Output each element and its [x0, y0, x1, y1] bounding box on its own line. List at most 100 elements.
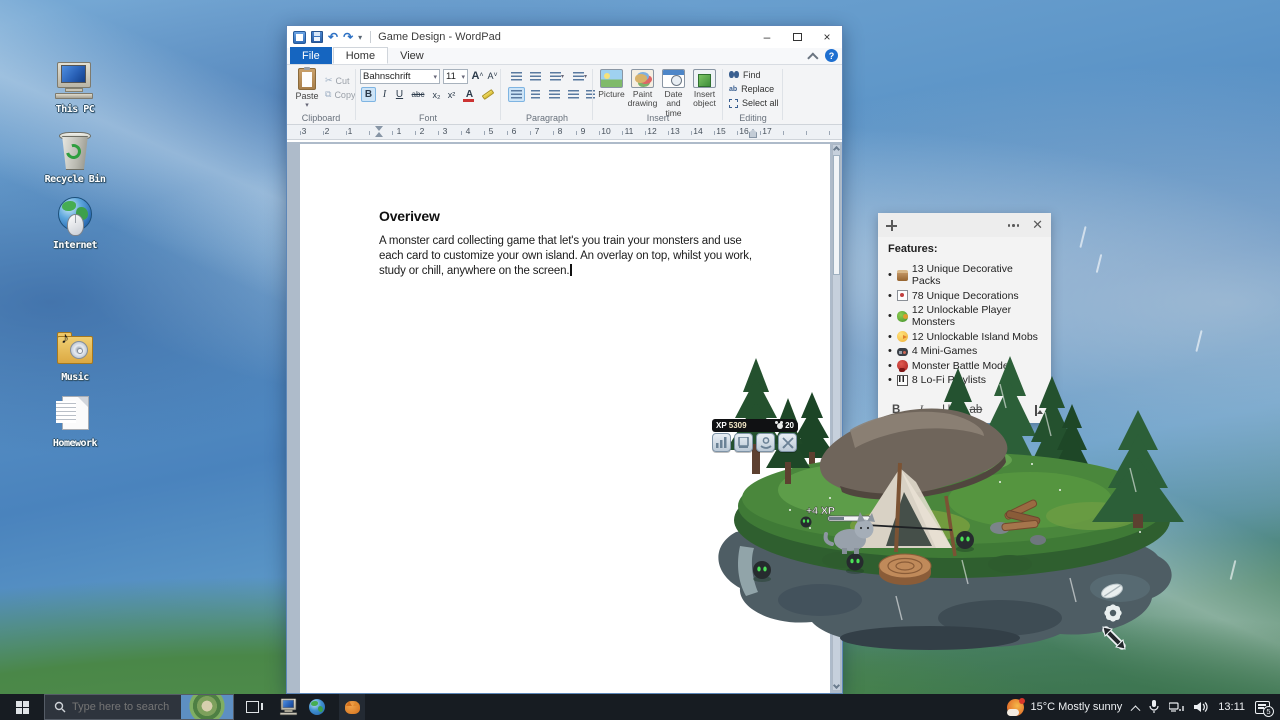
taskbar-this-pc[interactable]: [273, 694, 295, 720]
select-all-icon: [729, 99, 738, 108]
weather-widget[interactable]: 15°C Mostly sunny: [1007, 699, 1122, 716]
hidden-icons-chevron[interactable]: [1131, 705, 1141, 715]
music-folder-icon: ♪: [53, 328, 97, 370]
notification-center-icon[interactable]: 5: [1255, 701, 1270, 714]
maximize-button[interactable]: [782, 26, 812, 48]
vertical-scrollbar[interactable]: [832, 144, 841, 691]
taskbar-game-app[interactable]: [339, 694, 365, 720]
scroll-down-icon[interactable]: [833, 682, 840, 689]
icon-label: Music: [39, 372, 111, 383]
sticky-note[interactable]: ✕ Features: 13 Unique Decorative Packs 7…: [878, 213, 1051, 423]
title-bar[interactable]: ↶ ↷ ▾ Game Design - WordPad – ×: [287, 26, 842, 48]
ruler-number: 1: [348, 126, 353, 136]
shop-button[interactable]: [756, 433, 775, 452]
list-icon: [550, 72, 561, 81]
bold-button[interactable]: B: [361, 87, 376, 102]
superscript-button[interactable]: x²: [444, 87, 459, 102]
list-button[interactable]: ▾: [546, 69, 568, 84]
redo-button[interactable]: ↷: [343, 31, 353, 43]
undo-button[interactable]: ↶: [328, 31, 338, 43]
font-size-combo[interactable]: 11▾: [443, 69, 468, 84]
close-button[interactable]: ×: [812, 26, 842, 48]
microphone-icon[interactable]: [1149, 700, 1159, 714]
start-button[interactable]: [0, 694, 44, 720]
tab-home[interactable]: Home: [333, 47, 388, 64]
scroll-up-icon[interactable]: [833, 146, 840, 153]
desktop-icon-this-pc[interactable]: This PC: [39, 60, 111, 115]
list-item: 12 Unlockable Island Mobs: [888, 331, 1041, 343]
search-highlight-image[interactable]: [181, 695, 233, 719]
xp-value: 5309: [729, 421, 747, 430]
replace-button[interactable]: abReplace: [729, 84, 774, 94]
insert-picture-button[interactable]: Picture: [596, 69, 627, 99]
grow-font-button[interactable]: A˄: [470, 68, 485, 83]
save-button[interactable]: [311, 31, 323, 43]
justify-button[interactable]: [565, 87, 582, 102]
insert-object-button[interactable]: Insert object: [689, 69, 720, 109]
ruler-number: 1: [397, 126, 402, 136]
ruler-number: 2: [420, 126, 425, 136]
document-heading: Overivew: [379, 208, 830, 224]
shrink-font-button[interactable]: A˅: [485, 68, 500, 83]
group-separator: [722, 69, 723, 120]
underline-button[interactable]: U: [392, 87, 407, 102]
note-menu-icon[interactable]: [1008, 224, 1020, 227]
note-italic-button[interactable]: I: [919, 404, 923, 416]
note-bold-button[interactable]: B: [892, 404, 900, 416]
stats-button[interactable]: [712, 433, 731, 452]
align-right-icon: [549, 90, 560, 99]
sticky-note-header[interactable]: ✕: [878, 213, 1051, 237]
copy-button[interactable]: ⧉Copy: [325, 89, 355, 100]
increase-indent-button[interactable]: [527, 69, 544, 84]
battle-button[interactable]: [778, 433, 797, 452]
taskbar-search[interactable]: [44, 694, 234, 720]
align-right-button[interactable]: [546, 87, 563, 102]
desktop-icon-music[interactable]: ♪ Music: [39, 328, 111, 383]
search-input[interactable]: [72, 701, 177, 713]
indent-marker[interactable]: [375, 126, 384, 139]
font-family-combo[interactable]: Bahnschrift▾: [360, 69, 440, 84]
desktop-icon-internet[interactable]: Internet: [39, 196, 111, 251]
align-left-button[interactable]: [508, 87, 525, 102]
tab-view[interactable]: View: [388, 47, 436, 64]
list-item: Monster Battle Mode: [888, 360, 1041, 372]
note-underline-button[interactable]: U: [942, 404, 950, 416]
minimize-button[interactable]: –: [752, 26, 782, 48]
select-all-button[interactable]: Select all: [729, 98, 779, 108]
tab-file[interactable]: File: [290, 47, 332, 64]
strikethrough-button[interactable]: abc: [407, 87, 429, 102]
task-view-button[interactable]: [246, 701, 259, 713]
highlight-button[interactable]: [480, 87, 495, 102]
scrollbar-thumb[interactable]: [833, 155, 840, 275]
help-button[interactable]: ?: [825, 49, 838, 62]
close-note-icon[interactable]: ✕: [1032, 217, 1043, 233]
insert-paint-drawing-button[interactable]: Paint drawing: [627, 69, 658, 109]
collapse-ribbon-icon[interactable]: [807, 52, 818, 63]
line-spacing-button[interactable]: ▾: [569, 69, 591, 84]
qat-dropdown-icon[interactable]: ▾: [358, 33, 362, 42]
decrease-indent-button[interactable]: [508, 69, 525, 84]
paste-button[interactable]: Paste ▾: [293, 68, 321, 109]
insert-date-time-button[interactable]: Date and time: [658, 69, 689, 118]
align-center-button[interactable]: [527, 87, 544, 102]
note-strikethrough-button[interactable]: ab: [969, 404, 982, 416]
ruler[interactable]: 3 2 1 1 2 3 4 5 6 7 8 9 10 11 12 13 14 1…: [287, 125, 842, 140]
subscript-button[interactable]: x₂: [429, 87, 444, 102]
note-image-button[interactable]: [1035, 405, 1037, 416]
collection-button[interactable]: [734, 433, 753, 452]
desktop-icon-recycle-bin[interactable]: Recycle Bin: [39, 130, 111, 185]
game-hud: XP 5309 20: [712, 419, 798, 432]
speaker-icon[interactable]: [1194, 701, 1208, 713]
network-icon[interactable]: [1169, 701, 1184, 713]
clock[interactable]: 13:11: [1218, 701, 1245, 713]
list-item: 78 Unique Decorations: [888, 290, 1041, 302]
desktop-icon-homework[interactable]: Homework: [39, 394, 111, 449]
font-color-button[interactable]: A: [462, 87, 477, 102]
cut-button[interactable]: ✂Cut: [325, 75, 350, 86]
new-note-icon[interactable]: [886, 220, 897, 231]
italic-button[interactable]: I: [377, 87, 392, 102]
find-button[interactable]: Find: [729, 70, 761, 80]
computer-icon: [53, 60, 97, 102]
document-line: each card to customize your own island. …: [379, 249, 755, 264]
taskbar-internet[interactable]: [309, 699, 325, 715]
